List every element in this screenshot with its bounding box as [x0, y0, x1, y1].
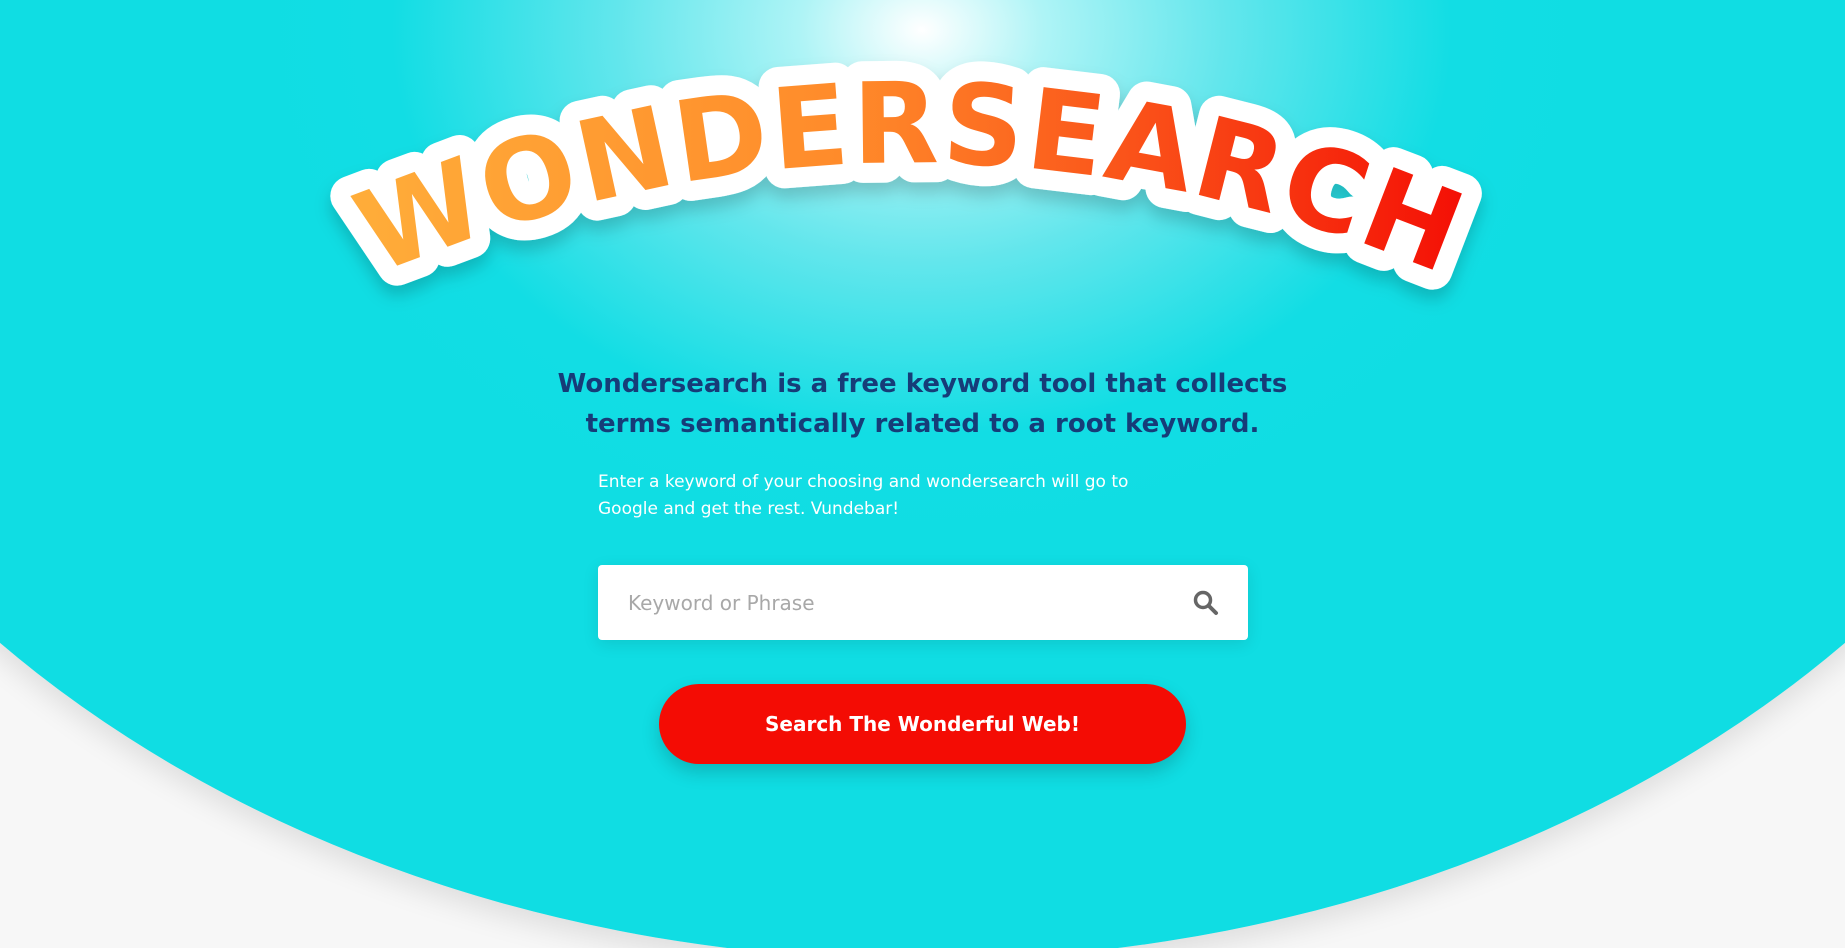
description-line-2: Google and get the rest. Vundebar! [598, 499, 900, 519]
tagline: Wondersearch is a free keyword tool that… [0, 364, 1845, 444]
logo-text: WONDERSEARCH [340, 59, 1479, 299]
search-button[interactable]: Search The Wonderful Web! [659, 684, 1186, 764]
tagline-line-2: terms semantically related to a root key… [585, 409, 1260, 439]
svg-text:WONDERSEARCH: WONDERSEARCH [340, 59, 1481, 299]
page: WONDERSEARCH WONDERSEARCH Wondersearch i… [0, 0, 1845, 948]
search-box [598, 565, 1248, 640]
wondersearch-logo: WONDERSEARCH WONDERSEARCH [320, 39, 1499, 340]
description-line-1: Enter a keyword of your choosing and won… [598, 472, 1129, 492]
tagline-line-1: Wondersearch is a free keyword tool that… [557, 369, 1288, 399]
search-input[interactable] [598, 565, 1158, 640]
search-icon[interactable] [1192, 589, 1220, 617]
description: Enter a keyword of your choosing and won… [598, 469, 1238, 523]
logo-graphic: WONDERSEARCH WONDERSEARCH [320, 39, 1499, 319]
